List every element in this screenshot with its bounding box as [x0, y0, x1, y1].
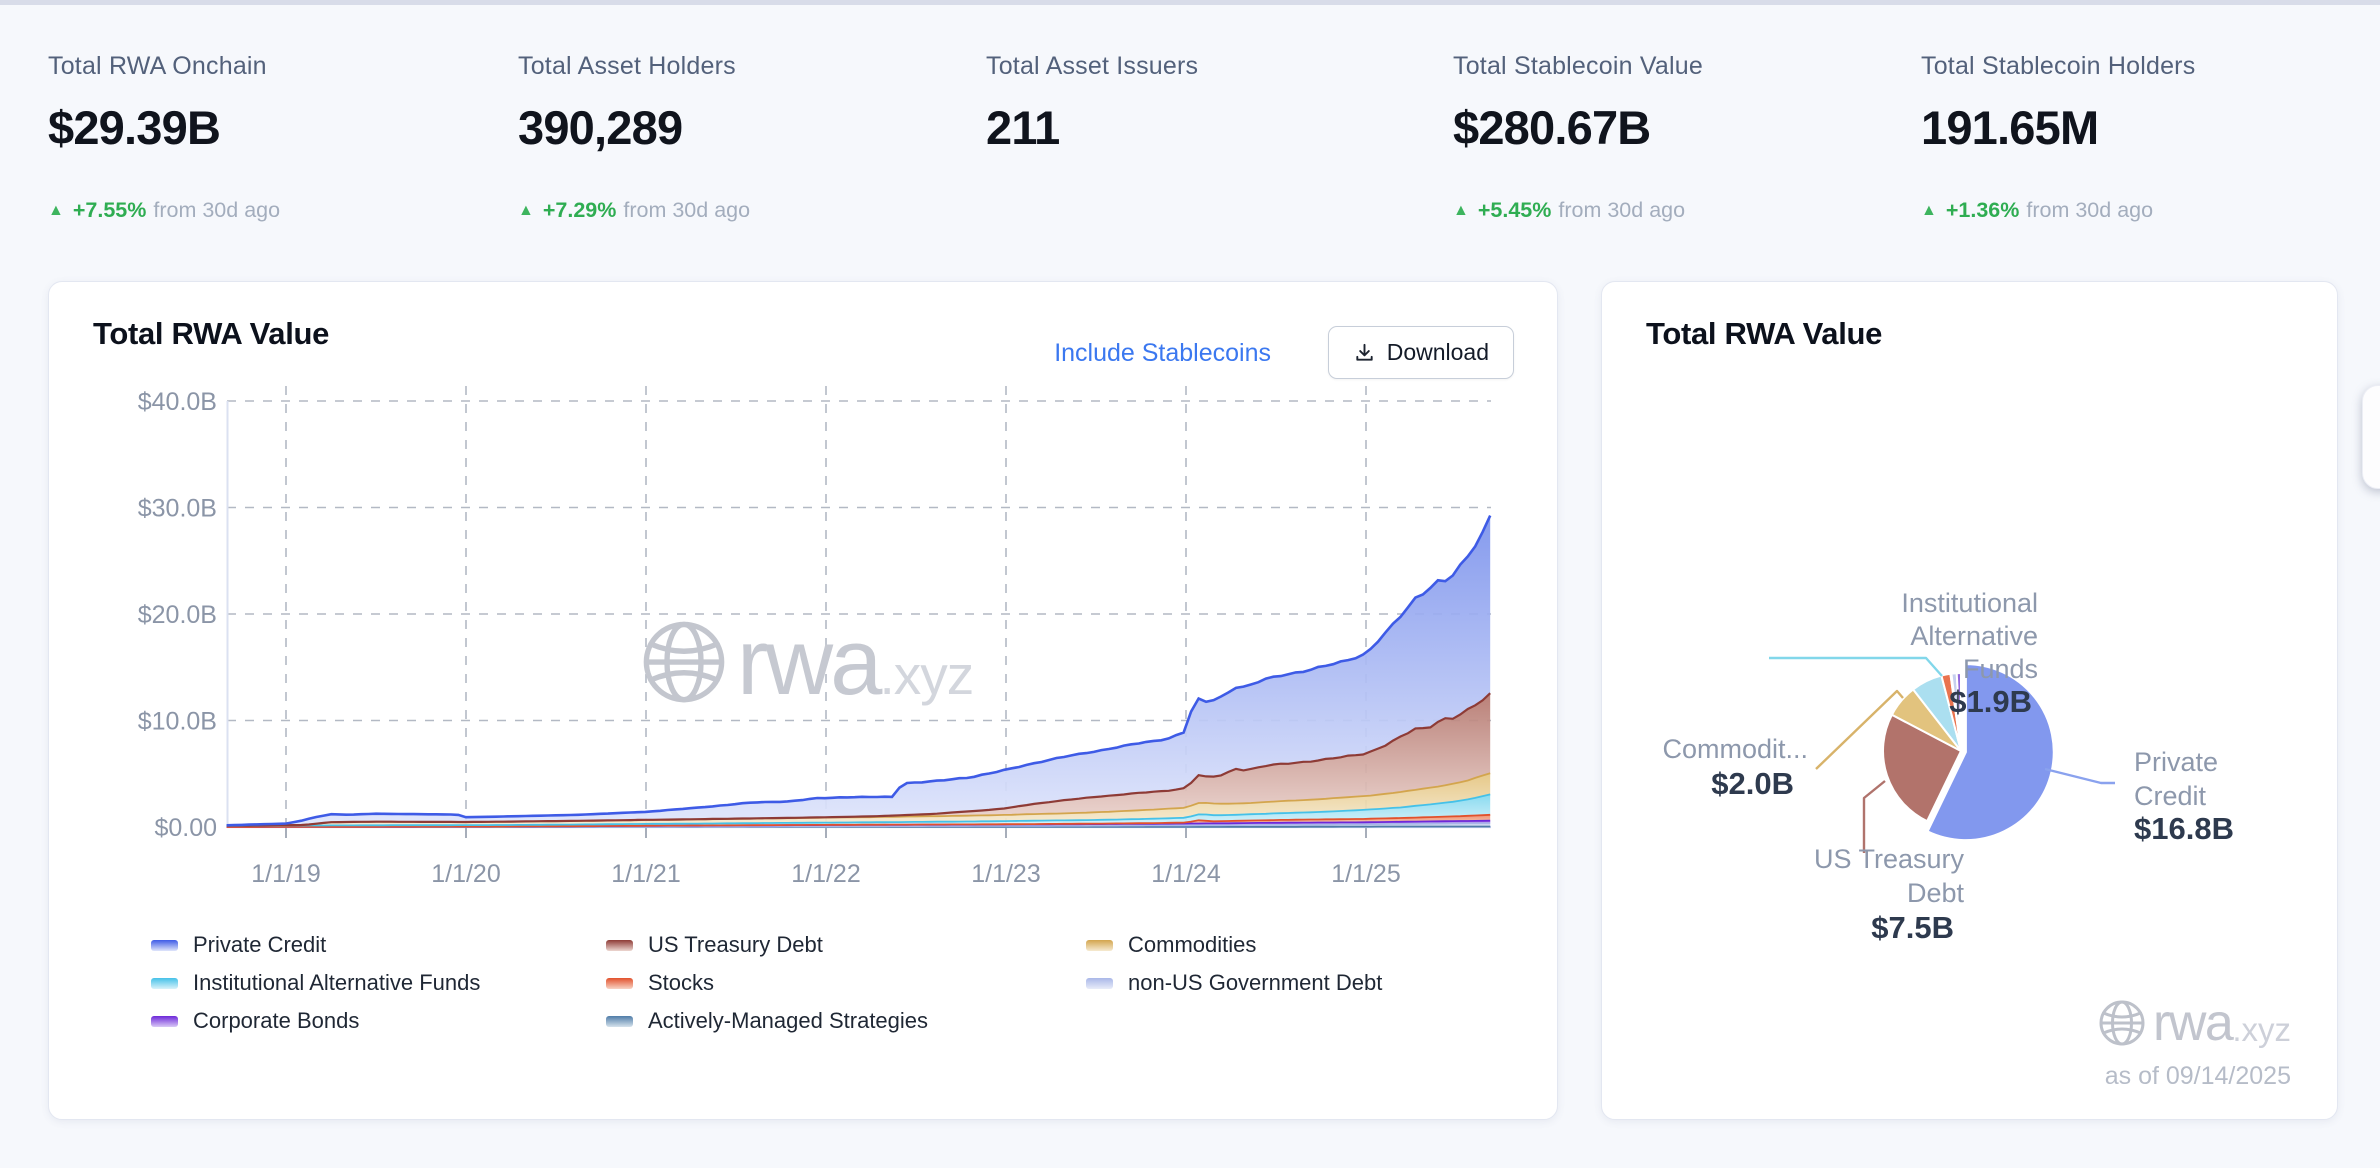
- pie-callout-private_credit: Private Credit$16.8B: [2134, 747, 2234, 846]
- stat-delta: ▲ +5.45% from 30d ago: [1453, 198, 1686, 222]
- svg-text:Alternative: Alternative: [1910, 621, 2038, 651]
- svg-text:$16.8B: $16.8B: [2134, 811, 2234, 846]
- rwa-value-pie-chart[interactable]: Private Credit$16.8B US Treasury Debt$7.5B C…: [1602, 282, 2337, 1119]
- svg-text:Private: Private: [2134, 747, 2218, 777]
- download-icon: [1356, 343, 1373, 361]
- svg-text:Commodit...: Commodit...: [1662, 734, 1808, 764]
- svg-text:$40.0B: $40.0B: [138, 388, 217, 416]
- legend-swatch: [1086, 939, 1113, 951]
- total-rwa-value-pie-card: Total RWA Value Private Credit $16.8B US Tr…: [1601, 281, 2338, 1120]
- legend-item-non-us-government-debt: non-US Government Debt: [1086, 970, 1382, 996]
- rwa-dashboard-page: Total RWA Onchain $29.39B ▲ +7.55% from 30…: [0, 0, 2380, 1168]
- stat-delta: ▲ +7.55% from 30d ago: [48, 198, 281, 222]
- svg-text:US Treasury: US Treasury: [1814, 844, 1965, 874]
- svg-text:Institutional: Institutional: [1901, 588, 2038, 618]
- svg-text:$0.00: $0.00: [154, 814, 217, 842]
- svg-text:1/1/20: 1/1/20: [431, 860, 501, 888]
- stat-label: Total Asset Issuers: [986, 52, 1199, 80]
- svg-text:1/1/25: 1/1/25: [1331, 860, 1401, 888]
- card-title: Total RWA Value: [93, 316, 330, 351]
- include-stablecoins-link[interactable]: Include Stablecoins: [1054, 339, 1271, 368]
- svg-text:$20.0B: $20.0B: [138, 601, 217, 629]
- up-triangle-icon: ▲: [1453, 202, 1469, 219]
- download-button-label: Download: [1386, 339, 1489, 365]
- stat-label: Total Asset Holders: [518, 52, 736, 80]
- svg-text:1/1/21: 1/1/21: [611, 860, 681, 888]
- legend-swatch: [151, 939, 178, 951]
- svg-text:Credit: Credit: [2134, 781, 2207, 811]
- legend-swatch: [151, 1015, 178, 1027]
- up-triangle-icon: ▲: [518, 202, 534, 219]
- pie-callout-commodities: Commodit...$2.0B: [1662, 734, 1808, 801]
- svg-text:$1.9B: $1.9B: [1949, 684, 2032, 719]
- scrollbar-thumb[interactable]: [2362, 385, 2380, 489]
- stat-label: Total Stablecoin Value: [1453, 52, 1703, 80]
- legend-item-stocks: Stocks: [606, 970, 714, 996]
- pie-leader-us_treasury_debt: [1862, 780, 1886, 853]
- stat-total-stablecoin-value: Total Stablecoin Value $280.67B ▲ +5.45% f…: [1453, 52, 1913, 242]
- svg-text:Debt: Debt: [1907, 878, 1965, 908]
- pie-leader-private_credit: [2044, 767, 2115, 785]
- legend-swatch: [606, 939, 633, 951]
- stat-label: Total RWA Onchain: [48, 52, 267, 80]
- legend-item-corporate-bonds: Corporate Bonds: [151, 1008, 359, 1034]
- stat-delta: ▲ +7.29% from 30d ago: [518, 198, 751, 222]
- up-triangle-icon: ▲: [1921, 202, 1937, 219]
- legend-item-institutional-alternative-funds: Institutional Alternative Funds: [151, 970, 480, 996]
- legend-item-us-treasury-debt: US Treasury Debt: [606, 932, 823, 958]
- stat-value: $280.67B: [1453, 101, 1651, 154]
- legend-swatch: [606, 1015, 633, 1027]
- svg-text:$30.0B: $30.0B: [138, 495, 217, 523]
- stat-value: $29.39B: [48, 101, 221, 154]
- stat-delta: ▲ +1.36% from 30d ago: [1921, 198, 2154, 222]
- up-triangle-icon: ▲: [48, 202, 64, 219]
- legend-item-actively-managed-strategies: Actively-Managed Strategies: [606, 1008, 928, 1034]
- svg-text:Funds: Funds: [1963, 654, 2038, 684]
- stat-label: Total Stablecoin Holders: [1921, 52, 2196, 80]
- svg-text:$7.5B: $7.5B: [1871, 910, 1954, 945]
- svg-text:1/1/24: 1/1/24: [1151, 860, 1221, 888]
- legend-swatch: [606, 977, 633, 989]
- svg-text:$2.0B: $2.0B: [1711, 766, 1794, 801]
- stats-row: Total RWA Onchain $29.39B ▲ +7.55% from 30…: [48, 52, 2348, 252]
- svg-text:1/1/22: 1/1/22: [791, 860, 861, 888]
- pie-callout-us_treasury_debt: US Treasury Debt$7.5B: [1814, 844, 1965, 945]
- as-of-date: as of 09/14/2025: [2104, 1062, 2291, 1090]
- legend-swatch: [1086, 977, 1113, 989]
- stat-value: 390,289: [518, 101, 683, 154]
- stat-value: 191.65M: [1921, 101, 2099, 154]
- svg-text:1/1/23: 1/1/23: [971, 860, 1041, 888]
- download-button[interactable]: Download: [1327, 326, 1514, 379]
- stat-total-stablecoin-holders: Total Stablecoin Holders 191.65M ▲ +1.36%…: [1921, 52, 2380, 242]
- legend-item-private-credit: Private Credit: [151, 932, 326, 958]
- pie-leader-institutional_alternative_funds: [1769, 656, 1943, 677]
- stat-total-asset-holders: Total Asset Holders 390,289 ▲ +7.29% from …: [518, 52, 978, 242]
- stat-value: 211: [986, 101, 1060, 154]
- stat-total-rwa-onchain: Total RWA Onchain $29.39B ▲ +7.55% from 30…: [48, 52, 508, 242]
- svg-text:1/1/19: 1/1/19: [251, 860, 321, 888]
- legend-swatch: [151, 977, 178, 989]
- legend-item-commodities: Commodities: [1086, 932, 1256, 958]
- total-rwa-value-chart-card: $40.0B $30.0B $20.0B $10.0B $0.00 1/1/19 1/1/2…: [48, 281, 1558, 1120]
- svg-text:$10.0B: $10.0B: [138, 708, 217, 736]
- top-border-strip: [0, 0, 2380, 5]
- stat-total-asset-issuers: Total Asset Issuers 211: [986, 52, 1446, 242]
